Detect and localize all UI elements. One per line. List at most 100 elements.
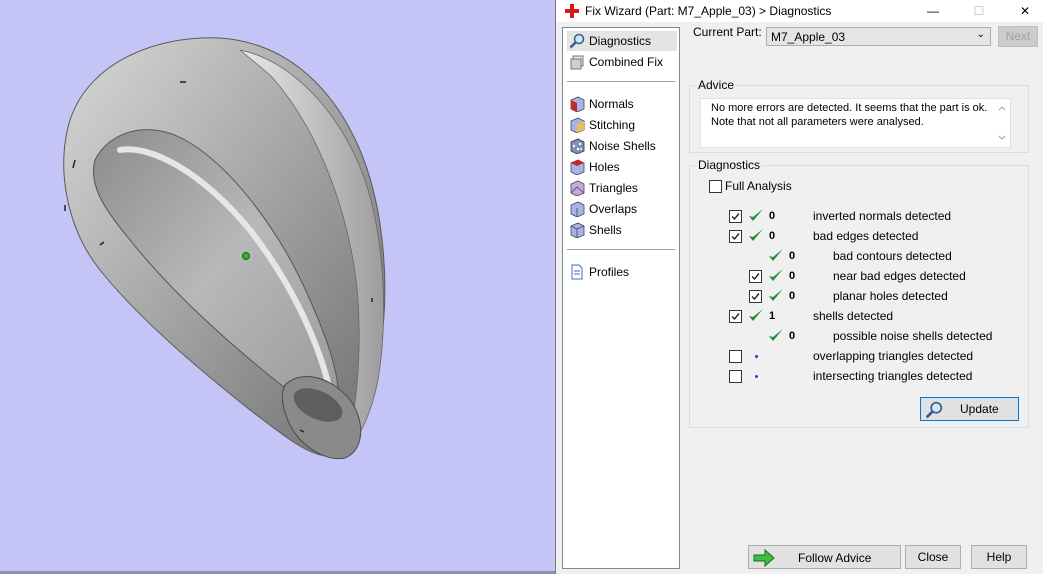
update-button-label: Update	[960, 402, 999, 416]
stitching-icon	[570, 117, 585, 133]
diagnostic-label: inverted normals detected	[813, 209, 952, 223]
green-check-icon	[749, 229, 763, 241]
diagnostic-checkbox[interactable]	[749, 290, 762, 303]
green-check-icon	[769, 289, 783, 301]
checkmark-icon	[731, 313, 740, 321]
diagnostics-group-title: Diagnostics	[696, 158, 763, 172]
diagnostic-count: 0	[789, 270, 796, 282]
diagnostic-count: 0	[769, 210, 776, 222]
checkmark-icon	[751, 293, 760, 301]
advice-scrollbar[interactable]	[994, 99, 1010, 147]
next-button[interactable]: Next	[998, 26, 1038, 47]
nav-item-label: Triangles	[589, 181, 638, 195]
nav-item-noise-shells[interactable]: Noise Shells	[567, 136, 677, 156]
diagnostic-label: bad contours detected	[833, 249, 952, 263]
checkmark-icon	[731, 213, 740, 221]
advice-line-1: No more errors are detected. It seems th…	[711, 102, 988, 114]
diagnostic-label: near bad edges detected	[833, 269, 966, 283]
green-check-icon	[749, 309, 763, 321]
nav-item-label: Shells	[589, 223, 622, 237]
help-button[interactable]: Help	[971, 545, 1027, 569]
nav-item-overlaps[interactable]: Overlaps	[567, 199, 677, 219]
nav-item-combined-fix[interactable]: Combined Fix	[567, 52, 677, 72]
nav-item-triangles[interactable]: Triangles	[567, 178, 677, 198]
close-window-button[interactable]: ✕	[1002, 0, 1043, 22]
nav-item-shells[interactable]: Shells	[567, 220, 677, 240]
part-model[interactable]	[0, 0, 555, 574]
nav-item-label: Overlaps	[589, 202, 638, 216]
nav-item-label: Noise Shells	[589, 139, 656, 153]
nav-separator	[567, 81, 675, 82]
diagnostics-group: Diagnostics Full Analysis 0 inverted norm…	[689, 158, 1029, 428]
fix-wizard-icon	[565, 4, 579, 18]
noise-shells-icon	[570, 138, 585, 154]
diagnostic-count: 0	[789, 250, 796, 262]
diagnostic-label: bad edges detected	[813, 229, 919, 243]
nav-item-label: Stitching	[589, 118, 636, 132]
triangles-icon	[570, 180, 585, 196]
profiles-icon	[571, 264, 583, 280]
checkmark-icon	[751, 273, 760, 281]
nav-item-label: Combined Fix	[589, 55, 664, 69]
overlaps-icon	[570, 201, 585, 217]
current-part-dropdown[interactable]: M7_Apple_03 ⌄	[766, 27, 991, 46]
normals-icon	[570, 96, 585, 112]
diagnostic-checkbox[interactable]	[729, 370, 742, 383]
diagnostic-checkbox[interactable]	[729, 350, 742, 363]
nav-item-normals[interactable]: Normals	[567, 94, 677, 114]
fix-wizard-dialog: Fix Wizard (Part: M7_Apple_03) > Diagnos…	[555, 0, 1043, 574]
minimize-button[interactable]: —	[910, 0, 956, 22]
green-check-icon	[749, 209, 763, 221]
advice-group: Advice No more errors are detected. It s…	[689, 78, 1029, 153]
nav-item-label: Holes	[589, 160, 620, 174]
diagnostic-checkbox[interactable]	[749, 270, 762, 283]
advice-text-box[interactable]: No more errors are detected. It seems th…	[700, 98, 1011, 148]
full-analysis-checkbox[interactable]	[709, 180, 722, 193]
3d-viewport[interactable]	[0, 0, 555, 574]
nav-item-profiles[interactable]: Profiles	[567, 262, 677, 282]
checkmark-icon	[731, 233, 740, 241]
title-bar[interactable]: Fix Wizard (Part: M7_Apple_03) > Diagnos…	[556, 0, 1043, 22]
green-check-icon	[769, 249, 783, 261]
update-button[interactable]: Update	[920, 397, 1019, 421]
diagnostic-checkbox[interactable]	[729, 310, 742, 323]
maximize-button[interactable]: ☐	[956, 0, 1002, 22]
current-part-value: M7_Apple_03	[771, 30, 846, 44]
nav-item-diagnostics[interactable]: Diagnostics	[567, 31, 677, 51]
green-check-icon	[769, 329, 783, 341]
nav-item-label: Profiles	[589, 265, 630, 279]
nav-item-holes[interactable]: Holes	[567, 157, 677, 177]
diagnostic-label: planar holes detected	[833, 289, 948, 303]
diagnostic-checkbox[interactable]	[729, 230, 742, 243]
diagnostic-checkbox[interactable]	[729, 210, 742, 223]
diagnostic-label: overlapping triangles detected	[813, 349, 974, 363]
window-title: Fix Wizard (Part: M7_Apple_03) > Diagnos…	[585, 4, 832, 18]
full-analysis-label: Full Analysis	[725, 179, 792, 193]
nav-item-label: Diagnostics	[589, 34, 652, 48]
follow-advice-label: Follow Advice	[798, 551, 872, 565]
diagnostic-count: 0	[769, 230, 776, 242]
diagnostic-count: 1	[769, 310, 776, 322]
pending-dot-icon	[755, 375, 758, 378]
pending-dot-icon	[755, 355, 758, 358]
advice-group-title: Advice	[696, 78, 737, 92]
holes-icon	[570, 159, 585, 175]
close-button[interactable]: Close	[905, 545, 961, 569]
shells-icon	[570, 222, 585, 238]
diagnostic-label: shells detected	[813, 309, 894, 323]
fix-category-list: Diagnostics Combined Fix Normals Stitchi…	[562, 27, 680, 569]
follow-advice-button[interactable]: Follow Advice	[748, 545, 901, 569]
diagnostic-count: 0	[789, 330, 796, 342]
arrow-right-icon	[753, 549, 775, 567]
diagnostic-label: possible noise shells detected	[833, 329, 993, 343]
diagnostic-label: intersecting triangles detected	[813, 369, 973, 383]
advice-text: No more errors are detected. It seems th…	[711, 101, 1001, 129]
magnifier-icon	[569, 33, 585, 49]
current-part-label: Current Part:	[693, 25, 762, 39]
nav-item-label: Normals	[589, 97, 634, 111]
diagnostic-count: 0	[789, 290, 796, 302]
magnifier-icon	[925, 401, 943, 419]
nav-item-stitching[interactable]: Stitching	[567, 115, 677, 135]
nav-separator	[567, 249, 675, 250]
advice-line-2: Note that not all parameters were analys…	[711, 116, 924, 128]
